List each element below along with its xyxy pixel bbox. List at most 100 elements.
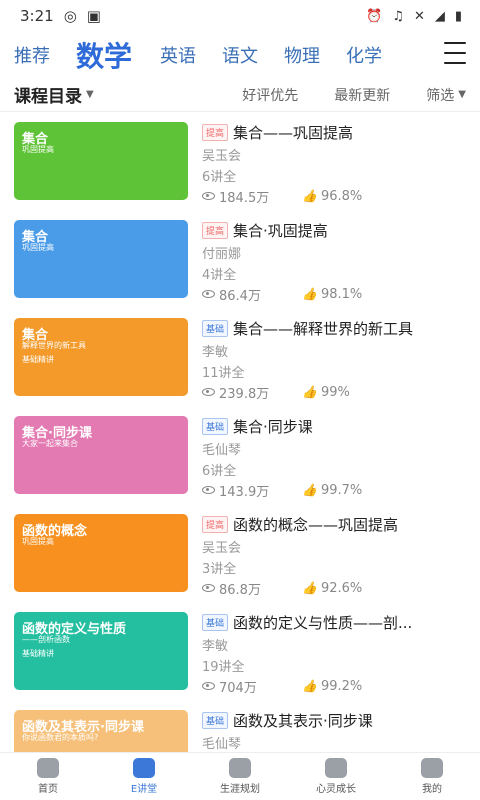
thumb-up-icon: 👍 [302, 679, 317, 693]
sort-good-rating[interactable]: 好评优先 [242, 85, 298, 105]
view-count: 143.9万 [219, 484, 270, 500]
tab-subject-4[interactable]: 物理 [284, 42, 320, 68]
course-thumbnail: 函数的概念 巩固提高 [14, 514, 188, 592]
level-badge: 基础 [202, 417, 229, 435]
subject-tabs: 推荐 数学 英语 语文 物理 化学 [0, 32, 480, 78]
view-count: 184.5万 [219, 190, 270, 206]
teacher-name: 吴玉会 [202, 541, 242, 556]
rating-value: 99% [320, 384, 350, 400]
course-title-row: 提高 函数的概念——巩固提高 [202, 514, 466, 534]
eye-icon [202, 290, 215, 298]
user-icon [421, 758, 443, 778]
teacher-name: 李敏 [202, 345, 229, 360]
course-title-row: 提高 集合·巩固提高 [202, 220, 466, 240]
course-title-row: 基础 函数的定义与性质——剖... [202, 612, 466, 632]
course-title-row: 基础 函数及其表示·同步课 [202, 710, 466, 730]
course-item[interactable]: 集合·同步课 大家一起来集合 基础 集合·同步课 毛仙琴 6讲全 143.9万 👍 99.7% [0, 406, 480, 504]
teacher-name: 毛仙琴 [202, 443, 242, 458]
menu-icon[interactable] [444, 42, 466, 64]
thumb-up-icon: 👍 [302, 385, 317, 399]
course-title: 函数的概念——巩固提高 [233, 515, 399, 534]
filter-button[interactable]: 筛选 ▼ [426, 85, 466, 105]
course-item[interactable]: 集合 解释世界的新工具 基础精讲 基础 集合——解释世界的新工具李敏 11讲全 239.8万… [0, 308, 480, 406]
thumb-subtitle: 巩固提高 [22, 243, 54, 252]
status-time: 3:21 [20, 7, 54, 25]
views: 86.4万 [202, 285, 272, 304]
thumb-tag: 基础精讲 [22, 649, 54, 658]
lecture-count: 6讲全 [202, 464, 237, 479]
course-title-row: 基础 集合·同步课 [202, 416, 466, 436]
thumb-tag: 基础精讲 [22, 355, 54, 364]
view-count: 86.4万 [219, 288, 261, 304]
tab-subject-0[interactable]: 推荐 [14, 42, 50, 68]
lecture-count: 19讲全 [202, 660, 245, 675]
views: 86.8万 [202, 579, 272, 598]
play-icon [133, 758, 155, 778]
nav-label: 心灵成长 [316, 784, 356, 795]
course-info: 基础 函数及其表示·同步课毛仙琴 [202, 710, 466, 752]
rating-value: 99.2% [320, 678, 363, 694]
eye-icon [202, 192, 215, 200]
rating: 👍 92.6% [302, 579, 372, 597]
level-badge: 基础 [202, 319, 229, 337]
views: 184.5万 [202, 187, 272, 206]
course-item[interactable]: 函数的定义与性质 ——剖析函数 基础精讲 基础 函数的定义与性质——剖... 李敏 19讲全… [0, 602, 480, 700]
thumb-subtitle: 你说函数君的本质吗? [22, 733, 99, 742]
tab-subject-1[interactable]: 数学 [76, 35, 132, 75]
signal-4g-icon: ◢ [434, 8, 445, 24]
rating-value: 98.1% [320, 286, 363, 302]
course-stats: 86.4万 👍 98.1% [202, 285, 466, 304]
rating-value: 96.8% [320, 188, 363, 204]
views: 143.9万 [202, 481, 272, 500]
level-badge: 提高 [202, 515, 229, 533]
level-badge: 基础 [202, 711, 229, 729]
filter-label: 筛选 [426, 87, 455, 104]
catalog-dropdown[interactable]: 课程目录 ▼ [14, 82, 94, 107]
headset-icon: ♫ [392, 8, 404, 24]
teacher-name: 毛仙琴 [202, 737, 242, 752]
rating: 👍 99% [302, 383, 372, 401]
course-title: 函数及其表示·同步课 [233, 711, 373, 730]
course-stats: 704万 👍 99.2% [202, 677, 466, 696]
nav-item-4[interactable]: 我的 [384, 753, 480, 800]
bottom-nav: 首页 E讲堂 生涯规划 心灵成长 我的 [0, 752, 480, 800]
course-item[interactable]: 集合 巩固提高 提高 集合——巩固提高 吴玉会 6讲全 184.5万 👍 96.8% [0, 112, 480, 210]
rating: 👍 96.8% [302, 187, 372, 205]
tab-subject-2[interactable]: 英语 [160, 42, 196, 68]
nav-item-2[interactable]: 生涯规划 [192, 753, 288, 800]
tab-subject-3[interactable]: 语文 [222, 42, 258, 68]
image-icon: ▣ [86, 7, 101, 25]
nav-item-3[interactable]: 心灵成长 [288, 753, 384, 800]
filter-bar: 课程目录 ▼ 好评优先 最新更新 筛选 ▼ [0, 78, 480, 112]
course-item[interactable]: 函数及其表示·同步课你说函数君的本质吗? 基础 函数及其表示·同步课毛仙琴 [0, 700, 480, 752]
eye-icon [202, 486, 215, 494]
eye-icon [202, 682, 215, 690]
thumb-up-icon: 👍 [302, 581, 317, 595]
course-thumbnail: 集合 巩固提高 [14, 220, 188, 298]
level-badge: 提高 [202, 221, 229, 239]
nav-item-1[interactable]: E讲堂 [96, 753, 192, 800]
course-title-row: 基础 集合——解释世界的新工具 [202, 318, 466, 338]
nav-item-0[interactable]: 首页 [0, 753, 96, 800]
rating-value: 92.6% [320, 580, 363, 596]
course-info: 基础 集合——解释世界的新工具李敏 11讲全 239.8万 👍 99% [202, 318, 466, 406]
course-list: 集合 巩固提高 提高 集合——巩固提高 吴玉会 6讲全 184.5万 👍 96.8% 集合 巩固提高… [0, 112, 480, 752]
sort-newest[interactable]: 最新更新 [334, 85, 390, 105]
tab-subject-5[interactable]: 化学 [346, 42, 382, 68]
battery-icon: ▮ [454, 8, 462, 24]
lecture-count: 11讲全 [202, 366, 245, 381]
course-info: 基础 集合·同步课 毛仙琴 6讲全 143.9万 👍 99.7% [202, 416, 466, 504]
course-thumbnail: 集合 解释世界的新工具 基础精讲 [14, 318, 188, 396]
course-item[interactable]: 集合 巩固提高 提高 集合·巩固提高 付丽娜 4讲全 86.4万 👍 98.1% [0, 210, 480, 308]
catalog-label: 课程目录 [14, 87, 82, 107]
view-count: 239.8万 [219, 386, 270, 402]
course-title: 集合——巩固提高 [233, 123, 354, 142]
course-item[interactable]: 函数的概念 巩固提高 提高 函数的概念——巩固提高 吴玉会 3讲全 86.8万 👍 92.6% [0, 504, 480, 602]
course-title: 集合·同步课 [233, 417, 313, 436]
status-bar: 3:21 ◎ ▣ ⏰ ♫ ✕ ◢ ▮ [0, 0, 480, 32]
thumb-subtitle: ——剖析函数 [22, 635, 70, 644]
course-info: 提高 集合·巩固提高 付丽娜 4讲全 86.4万 👍 98.1% [202, 220, 466, 308]
course-stats: 239.8万 👍 99% [202, 383, 466, 402]
lecture-count: 6讲全 [202, 170, 237, 185]
views: 239.8万 [202, 383, 272, 402]
